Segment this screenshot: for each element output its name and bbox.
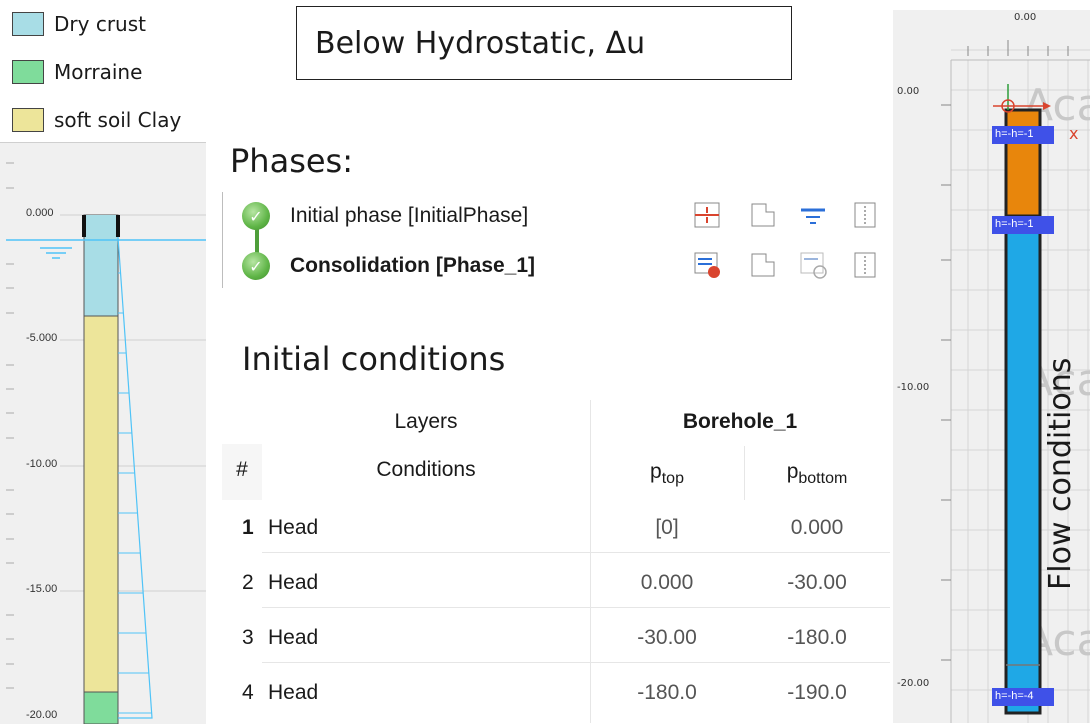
row-divider — [262, 662, 890, 663]
flow-conditions-label: Flow conditions — [1043, 357, 1078, 590]
table-row-p-bottom[interactable]: -30.00 — [744, 571, 890, 595]
staged-flow-icon[interactable] — [798, 250, 828, 280]
table-row-p-bottom[interactable]: -190.0 — [744, 681, 890, 705]
left-ruler-label: -10.00 — [897, 382, 930, 393]
phases-divider — [222, 192, 223, 288]
header-p-top-sub: top — [661, 470, 684, 488]
structures-mode-icon[interactable] — [748, 250, 778, 280]
table-row-num: 2 — [242, 571, 254, 594]
legend-swatch — [12, 60, 44, 84]
header-layers: Layers — [394, 410, 458, 433]
legend-swatch — [12, 12, 44, 36]
table-row-p-top[interactable]: -180.0 — [590, 681, 744, 705]
table-row-p-top[interactable]: -30.00 — [590, 626, 744, 650]
table-row-p-bottom[interactable]: -180.0 — [744, 626, 890, 650]
head-tag[interactable]: h=-h=-4 — [995, 690, 1034, 702]
legend-label: soft soil Clay — [54, 108, 182, 132]
depth-tick-label: -15.00 — [26, 583, 58, 595]
header-p-bottom-sub: bottom — [798, 470, 848, 488]
top-ruler-label: 0.00 — [1014, 12, 1037, 23]
table-row-condition[interactable]: Head — [268, 681, 318, 705]
row-divider — [262, 607, 890, 608]
title-annotation-box: Below Hydrostatic, Δu — [296, 6, 792, 80]
head-tag[interactable]: h=-h=-1 — [995, 218, 1034, 230]
legend-item-dry-crust: Dry crust — [12, 12, 146, 36]
initial-conditions-table: Layers Borehole_1 # Conditions ptop pbot… — [222, 400, 890, 723]
header-p-top: ptop — [590, 460, 744, 488]
table-row-num: 1 — [242, 516, 254, 539]
table-row-p-top[interactable]: 0.000 — [590, 571, 744, 595]
borehole-icon[interactable] — [850, 200, 880, 230]
flow-conditions-icon[interactable] — [692, 250, 722, 280]
header-p-bottom: pbottom — [744, 460, 890, 488]
left-ruler-label: -20.00 — [897, 678, 930, 689]
row-divider — [262, 552, 890, 553]
depth-tick-label: -10.00 — [26, 458, 58, 470]
legend-item-morraine: Morraine — [12, 60, 142, 84]
col-divider — [590, 400, 591, 723]
legend-label: Morraine — [54, 60, 143, 84]
legend-swatch — [12, 108, 44, 132]
structures-mode-icon[interactable] — [748, 200, 778, 230]
header-hash: # — [236, 458, 248, 481]
soil-profile-panel: 0.000 -5.000 -10.00 -15.00 -20.00 — [0, 142, 206, 724]
table-row-condition[interactable]: Head — [268, 516, 318, 540]
table-row-num: 4 — [242, 681, 254, 704]
header-conditions: Conditions — [376, 458, 476, 481]
borehole-icon[interactable] — [850, 250, 880, 280]
water-level-icon[interactable] — [798, 200, 828, 230]
phase-ok-icon: ✓ — [242, 202, 270, 230]
phase-item-initial[interactable]: Initial phase [InitialPhase] — [290, 204, 528, 228]
table-row-num: 3 — [242, 626, 254, 649]
depth-tick-label: -20.00 — [26, 709, 58, 721]
phase-ok-icon: ✓ — [242, 252, 270, 280]
left-ruler-label: 0.00 — [897, 86, 920, 97]
soil-legend: Dry crust Morraine soft soil Clay — [0, 0, 206, 140]
x-axis-label: x — [1069, 124, 1079, 143]
phases-heading: Phases: — [230, 142, 353, 180]
table-row-p-bottom[interactable]: 0.000 — [744, 516, 890, 540]
table-row-condition[interactable]: Head — [268, 571, 318, 595]
phase-item-consolidation[interactable]: Consolidation [Phase_1] — [290, 254, 535, 278]
legend-item-soft-soil-clay: soft soil Clay — [12, 108, 181, 132]
header-p-top-main: p — [650, 460, 662, 483]
depth-tick-label: -5.000 — [26, 332, 58, 344]
head-tag[interactable]: h=-h=-1 — [995, 128, 1034, 140]
header-borehole: Borehole_1 — [682, 410, 798, 433]
table-row-condition[interactable]: Head — [268, 626, 318, 650]
table-row-p-top[interactable]: [0] — [590, 516, 744, 540]
depth-tick-label: 0.000 — [26, 207, 54, 219]
initial-conditions-heading: Initial conditions — [242, 340, 506, 378]
header-p-bottom-main: p — [786, 460, 799, 483]
soil-mode-icon[interactable] — [692, 200, 722, 230]
soil-profile-svg — [6, 162, 206, 724]
legend-label: Dry crust — [54, 12, 146, 36]
